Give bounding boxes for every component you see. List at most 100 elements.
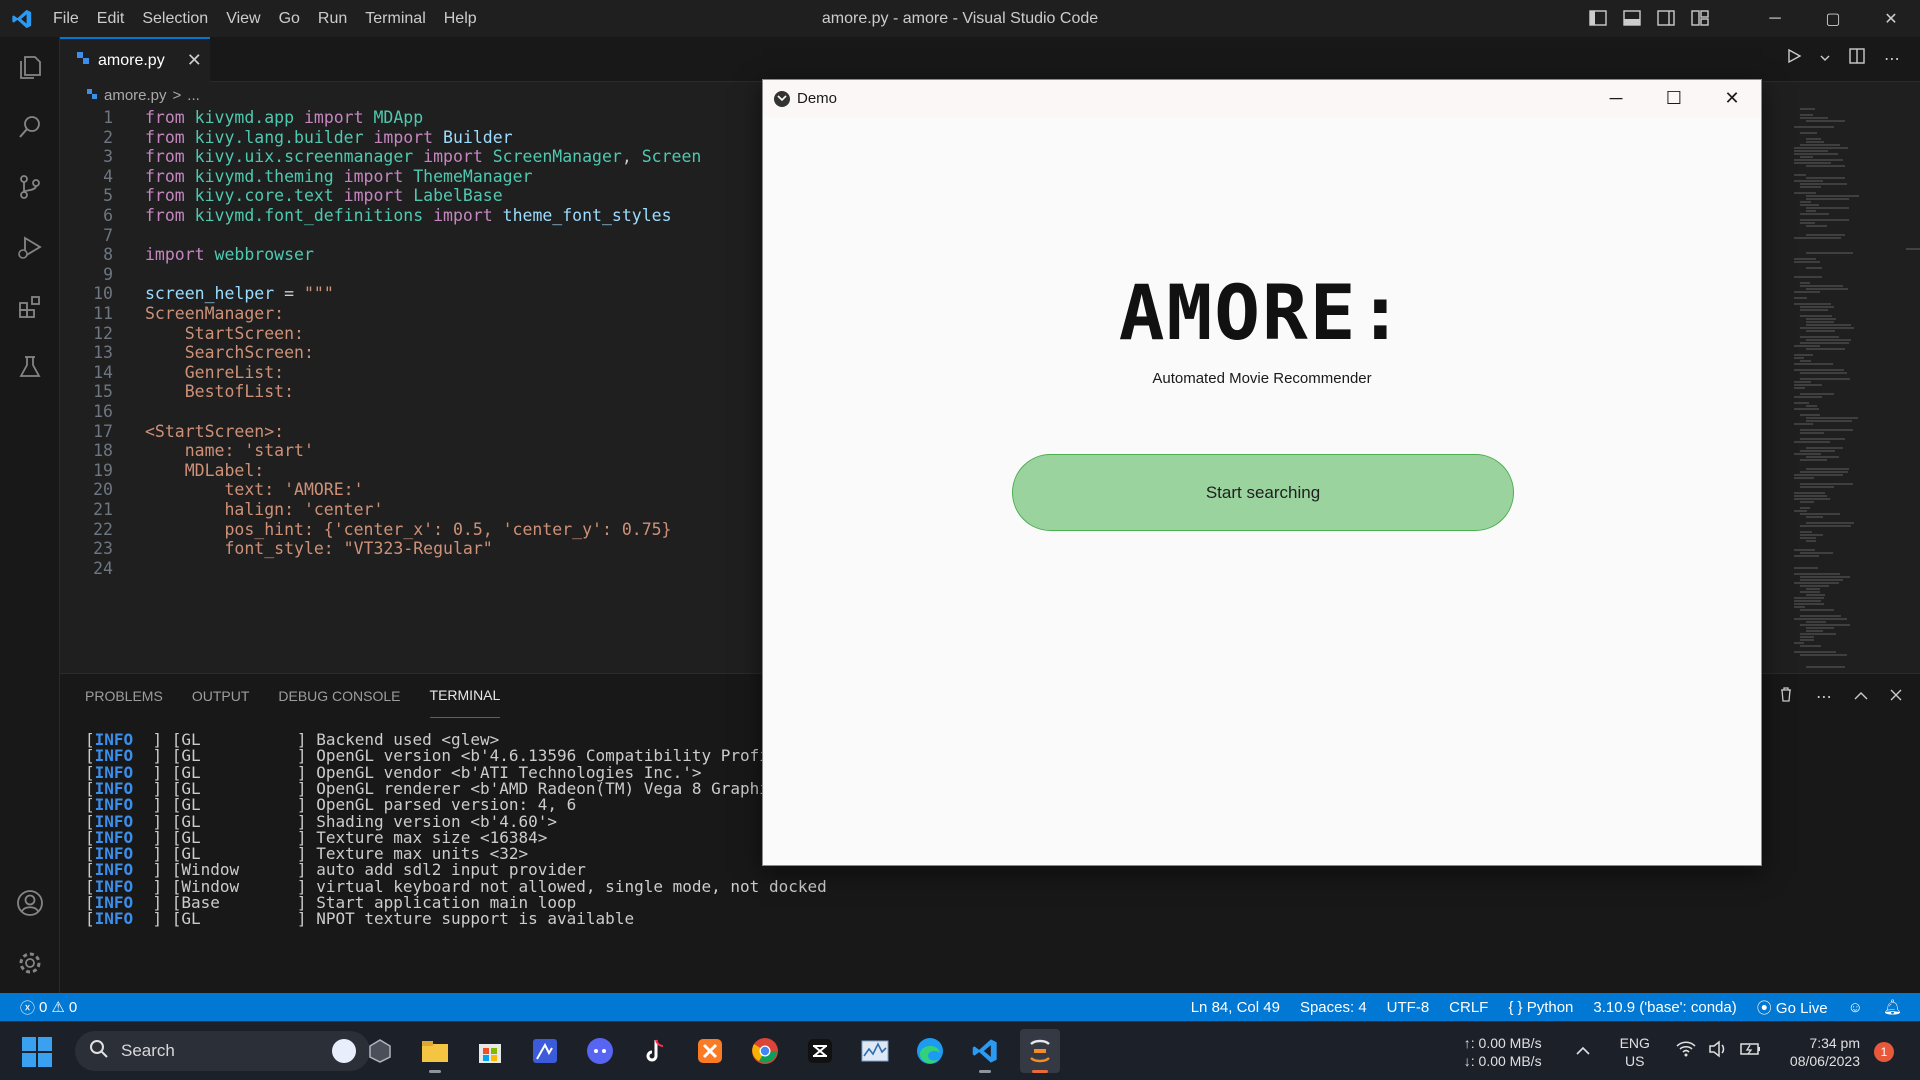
show-hidden-icons-chevron-icon[interactable]: [1576, 1043, 1590, 1061]
breadcrumb-file[interactable]: amore.py: [104, 87, 167, 104]
extensions-icon[interactable]: [0, 277, 60, 337]
split-editor-icon[interactable]: [1848, 47, 1866, 70]
notifications-bell-icon[interactable]: 🔔︎: [1883, 998, 1902, 1016]
testing-flask-icon[interactable]: [0, 337, 60, 397]
toggle-secondary-sidebar-icon[interactable]: [1656, 8, 1676, 28]
tiktok-icon[interactable]: [635, 1029, 675, 1073]
maximize-button[interactable]: ▢: [1804, 0, 1862, 37]
code-line[interactable]: 2 from kivy.lang.builder import Builder: [60, 128, 820, 148]
demo-close-button[interactable]: ✕: [1703, 80, 1761, 117]
code-line[interactable]: 20 text: 'AMORE:': [60, 480, 820, 500]
indentation[interactable]: Spaces: 4: [1300, 999, 1367, 1016]
code-line[interactable]: 11 ScreenManager:: [60, 304, 820, 324]
code-line[interactable]: 24: [60, 559, 820, 579]
menu-terminal[interactable]: Terminal: [356, 0, 434, 37]
code-line[interactable]: 13 SearchScreen:: [60, 343, 820, 363]
windows-start-icon[interactable]: [22, 1037, 52, 1067]
code-line[interactable]: 17 <StartScreen>:: [60, 422, 820, 442]
vscode-taskbar-icon[interactable]: [965, 1029, 1005, 1073]
tab-output[interactable]: OUTPUT: [192, 674, 250, 718]
menu-help[interactable]: Help: [435, 0, 486, 37]
language-mode[interactable]: { } Python: [1508, 999, 1573, 1016]
code-line[interactable]: 19 MDLabel:: [60, 461, 820, 481]
customize-layout-icon[interactable]: [1690, 8, 1710, 28]
cursor-position[interactable]: Ln 84, Col 49: [1191, 999, 1280, 1016]
minimap-scroll-indicator[interactable]: [1906, 248, 1920, 250]
code-line[interactable]: 8 import webbrowser: [60, 245, 820, 265]
xampp-icon[interactable]: [690, 1029, 730, 1073]
demo-title-bar[interactable]: Demo ─ ☐ ✕: [763, 80, 1761, 117]
tab-close-icon[interactable]: ✕: [187, 50, 202, 71]
code-line[interactable]: 22 pos_hint: {'center_x': 0.5, 'center_y…: [60, 520, 820, 540]
code-line[interactable]: 1 from kivymd.app import MDApp: [60, 108, 820, 128]
problems-status[interactable]: ⓧ 0 ⚠ 0: [0, 997, 77, 1018]
code-line[interactable]: 12 StartScreen:: [60, 324, 820, 344]
python-interpreter[interactable]: 3.10.9 ('base': conda): [1593, 999, 1736, 1016]
code-line[interactable]: 14 GenreList:: [60, 363, 820, 383]
source-control-icon[interactable]: [0, 157, 60, 217]
edge-icon[interactable]: [910, 1029, 950, 1073]
code-line[interactable]: 16: [60, 402, 820, 422]
toggle-panel-icon[interactable]: [1622, 8, 1642, 28]
code-line[interactable]: 15 BestofList:: [60, 382, 820, 402]
more-actions-icon[interactable]: ⋯: [1884, 49, 1900, 69]
code-line[interactable]: 21 halign: 'center': [60, 500, 820, 520]
close-button[interactable]: ✕: [1862, 0, 1920, 37]
tab-terminal[interactable]: TERMINAL: [429, 674, 501, 718]
input-language[interactable]: ENG US: [1620, 1034, 1650, 1070]
demo-minimize-button[interactable]: ─: [1587, 80, 1645, 117]
notification-badge[interactable]: 1: [1874, 1041, 1894, 1062]
menu-go[interactable]: Go: [270, 0, 309, 37]
tab-debug-console[interactable]: DEBUG CONSOLE: [278, 674, 400, 718]
discord-icon[interactable]: [580, 1029, 620, 1073]
code-line[interactable]: 5 from kivy.core.text import LabelBase: [60, 186, 820, 206]
trash-icon[interactable]: [1778, 686, 1794, 707]
more-actions-icon[interactable]: ⋯: [1816, 687, 1832, 707]
start-searching-button[interactable]: Start searching: [1012, 454, 1514, 531]
capcut-icon[interactable]: [800, 1029, 840, 1073]
kivy-app-icon[interactable]: [1020, 1029, 1060, 1073]
explorer-icon[interactable]: [0, 37, 60, 97]
microsoft-store-icon[interactable]: [470, 1029, 510, 1073]
taskbar-search[interactable]: Search: [75, 1031, 370, 1071]
app-blue-icon[interactable]: [525, 1029, 565, 1073]
tab-amore-py[interactable]: amore.py ✕: [60, 37, 210, 82]
breadcrumb-symbol[interactable]: ...: [187, 87, 200, 104]
code-line[interactable]: 18 name: 'start': [60, 441, 820, 461]
toggle-primary-sidebar-icon[interactable]: [1588, 8, 1608, 28]
performance-monitor-icon[interactable]: [855, 1029, 895, 1073]
run-debug-icon[interactable]: [0, 217, 60, 277]
close-panel-icon[interactable]: [1890, 688, 1902, 706]
wifi-icon[interactable]: [1676, 1040, 1696, 1063]
battery-icon[interactable]: [1740, 1040, 1762, 1063]
menu-file[interactable]: File: [44, 0, 88, 37]
chevron-down-icon[interactable]: [1820, 50, 1830, 68]
code-line[interactable]: 10 screen_helper = """: [60, 284, 820, 304]
maximize-panel-icon[interactable]: [1854, 688, 1868, 706]
feedback-icon[interactable]: ☺: [1848, 999, 1863, 1016]
encoding[interactable]: UTF-8: [1387, 999, 1430, 1016]
clock[interactable]: 7:34 pm 08/06/2023: [1790, 1034, 1860, 1070]
minimap[interactable]: [1786, 108, 1906, 673]
settings-gear-icon[interactable]: [0, 933, 60, 993]
code-line[interactable]: 3 from kivy.uix.screenmanager import Scre…: [60, 147, 820, 167]
accounts-icon[interactable]: [0, 873, 60, 933]
search-icon[interactable]: [0, 97, 60, 157]
run-python-file-icon[interactable]: [1786, 48, 1802, 69]
volume-icon[interactable]: [1708, 1040, 1728, 1063]
go-live-button[interactable]: ⦿ Go Live: [1757, 997, 1828, 1018]
code-line[interactable]: 6 from kivymd.font_definitions import the…: [60, 206, 820, 226]
menu-edit[interactable]: Edit: [88, 0, 134, 37]
tab-problems[interactable]: PROBLEMS: [85, 674, 163, 718]
chrome-icon[interactable]: [745, 1029, 785, 1073]
code-line[interactable]: 23 font_style: "VT323-Regular": [60, 539, 820, 559]
menu-run[interactable]: Run: [309, 0, 356, 37]
end-of-line[interactable]: CRLF: [1449, 999, 1488, 1016]
bing-icon[interactable]: [332, 1039, 356, 1063]
code-line[interactable]: 9: [60, 265, 820, 285]
code-line[interactable]: 7: [60, 226, 820, 246]
menu-view[interactable]: View: [217, 0, 269, 37]
demo-maximize-button[interactable]: ☐: [1645, 80, 1703, 117]
menu-selection[interactable]: Selection: [133, 0, 217, 37]
code-line[interactable]: 4 from kivymd.theming import ThemeManager: [60, 167, 820, 187]
